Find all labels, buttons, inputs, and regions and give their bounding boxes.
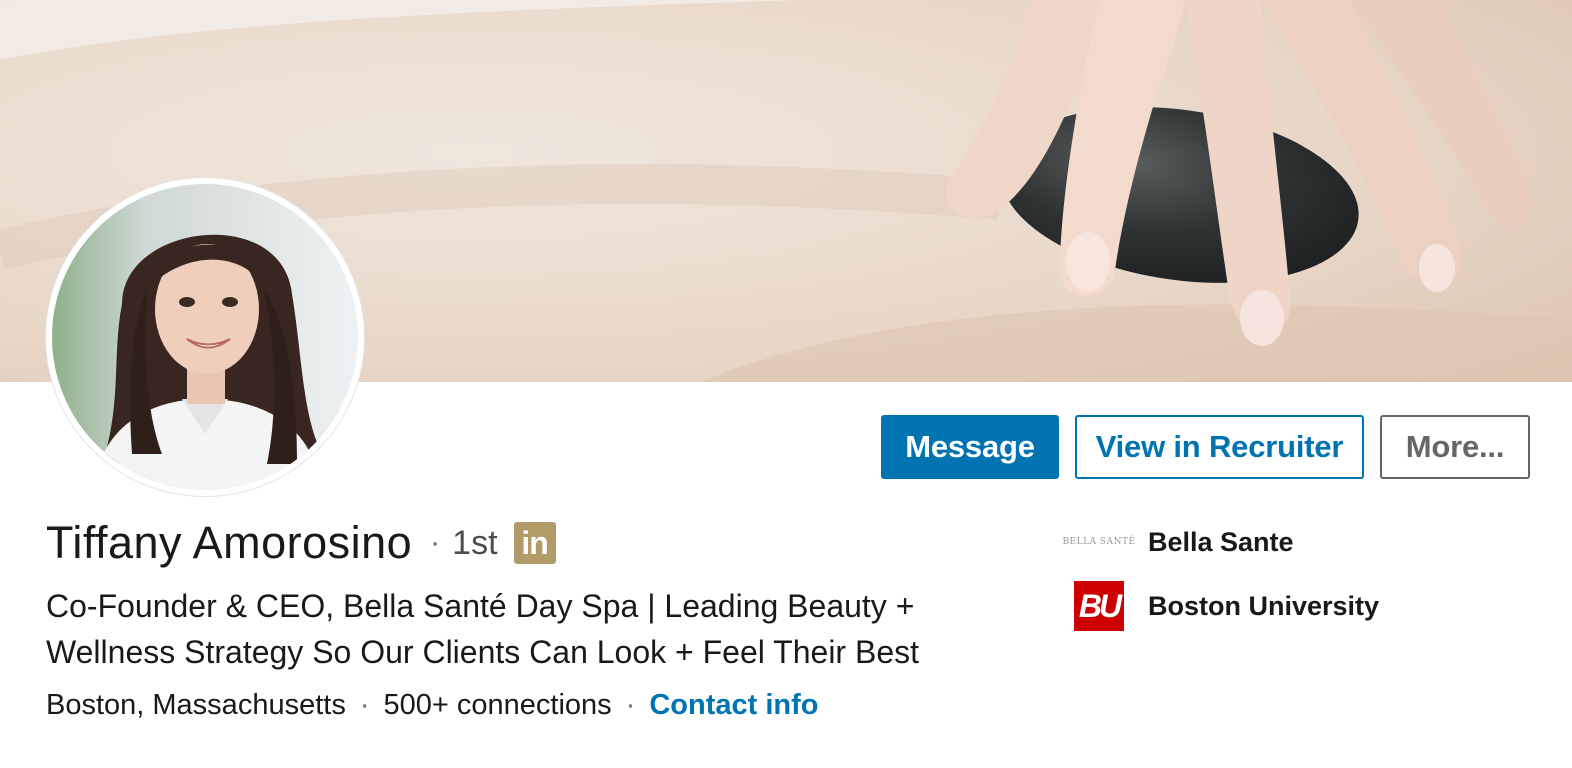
separator-dot: · <box>359 688 370 721</box>
profile-location: Boston, Massachusetts <box>46 688 346 721</box>
more-actions-button[interactable]: More... <box>1380 415 1530 479</box>
profile-headline: Co-Founder & CEO, Bella Santé Day Spa | … <box>46 588 919 670</box>
profile-name: Tiffany Amorosino <box>46 517 413 568</box>
profile-avatar[interactable] <box>46 178 364 496</box>
company-name[interactable]: Bella Sante <box>1148 527 1294 558</box>
profile-meta: Boston, Massachusetts · 500+ connections… <box>46 685 818 725</box>
linkedin-premium-icon: in <box>513 522 556 564</box>
profile-photo <box>52 184 358 490</box>
name-line: Tiffany Amorosino · 1st in <box>46 516 556 570</box>
connections-count: 500+ connections <box>383 688 612 721</box>
school-name[interactable]: Boston University <box>1148 591 1379 622</box>
education-school[interactable]: BU Boston University <box>1074 581 1379 631</box>
connection-degree: 1st <box>452 523 498 562</box>
boston-university-logo: BU <box>1074 581 1124 631</box>
message-button[interactable]: Message <box>881 415 1059 479</box>
bella-sante-logo-text: BELLA SANTÉ <box>1062 537 1136 547</box>
contact-info-link[interactable]: Contact info <box>649 689 818 722</box>
current-company[interactable]: BELLA SANTÉ Bella Sante <box>1062 517 1294 567</box>
bella-sante-logo: BELLA SANTÉ <box>1062 517 1135 567</box>
separator-dot: · <box>625 688 636 721</box>
view-in-recruiter-button[interactable]: View in Recruiter <box>1075 415 1364 479</box>
separator-dot: · <box>430 526 441 559</box>
